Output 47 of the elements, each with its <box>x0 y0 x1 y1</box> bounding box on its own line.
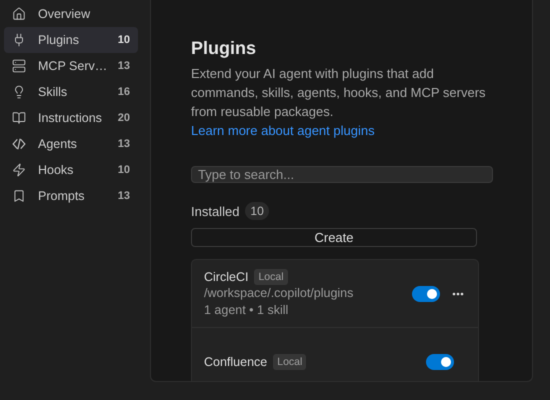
item-count: 13 <box>118 138 130 150</box>
server-icon <box>12 59 26 73</box>
learn-more-link[interactable]: Learn more about agent plugins <box>191 121 375 140</box>
plugin-summary: 1 agent • 1 skill <box>204 302 290 319</box>
lightning-icon <box>12 163 26 177</box>
more-icon[interactable] <box>452 292 464 296</box>
item-label: Plugins <box>38 33 80 47</box>
plug-icon <box>12 33 26 47</box>
toggle-switch[interactable] <box>426 354 454 370</box>
toggle-switch[interactable] <box>412 286 440 302</box>
page-description: Extend your AI agent with plugins that add commands, skills, agents, hooks, and MCP servers from reusable packages. <box>191 65 487 121</box>
item-label: Skills <box>38 85 68 99</box>
create-button[interactable]: Create <box>191 228 477 247</box>
count-badge: 10 <box>245 202 269 220</box>
item-count: 16 <box>118 86 130 98</box>
item-count: 13 <box>118 190 130 202</box>
item-count: 10 <box>118 164 130 176</box>
sidebar-item[interactable]: Skills 16 <box>4 79 138 105</box>
sidebar-item[interactable]: Plugins 10 <box>4 27 138 53</box>
item-count: 13 <box>118 60 130 72</box>
plugin-path: /workspace/.copilot/plugins <box>204 285 354 302</box>
item-label: Prompts <box>38 189 86 203</box>
plugin-badge: Local <box>273 354 306 370</box>
sidebar-item[interactable]: Instructions 20 <box>4 105 138 131</box>
section-label: Installed <box>191 204 240 218</box>
search-field[interactable]: Type to search... <box>191 166 493 183</box>
plugin-badge: Local <box>254 269 288 285</box>
item-label: Overview <box>38 7 92 21</box>
sidebar-item[interactable]: MCP Serv… 13 <box>4 53 138 79</box>
bookmark-icon <box>12 189 26 203</box>
item-label: Hooks <box>38 163 74 177</box>
item-count: 20 <box>118 112 130 124</box>
sidebar-item[interactable]: Agents 13 <box>4 131 138 157</box>
house-icon <box>12 7 26 21</box>
item-label: Agents <box>38 137 78 151</box>
sidebar-item[interactable]: Prompts 13 <box>4 183 138 209</box>
sidebar-item[interactable]: Overview <box>4 1 138 27</box>
item-label: MCP Serv… <box>38 59 108 73</box>
lightbulb-icon <box>12 85 26 99</box>
book-icon <box>12 111 26 125</box>
item-count: 10 <box>118 34 130 46</box>
code-icon <box>12 137 26 151</box>
item-label: Instructions <box>38 111 103 125</box>
plugin-name: Confluence <box>204 354 268 368</box>
page-title: Plugins <box>191 38 258 59</box>
sidebar-item[interactable]: Hooks 10 <box>4 157 138 183</box>
plugin-name: CircleCI <box>204 270 248 284</box>
